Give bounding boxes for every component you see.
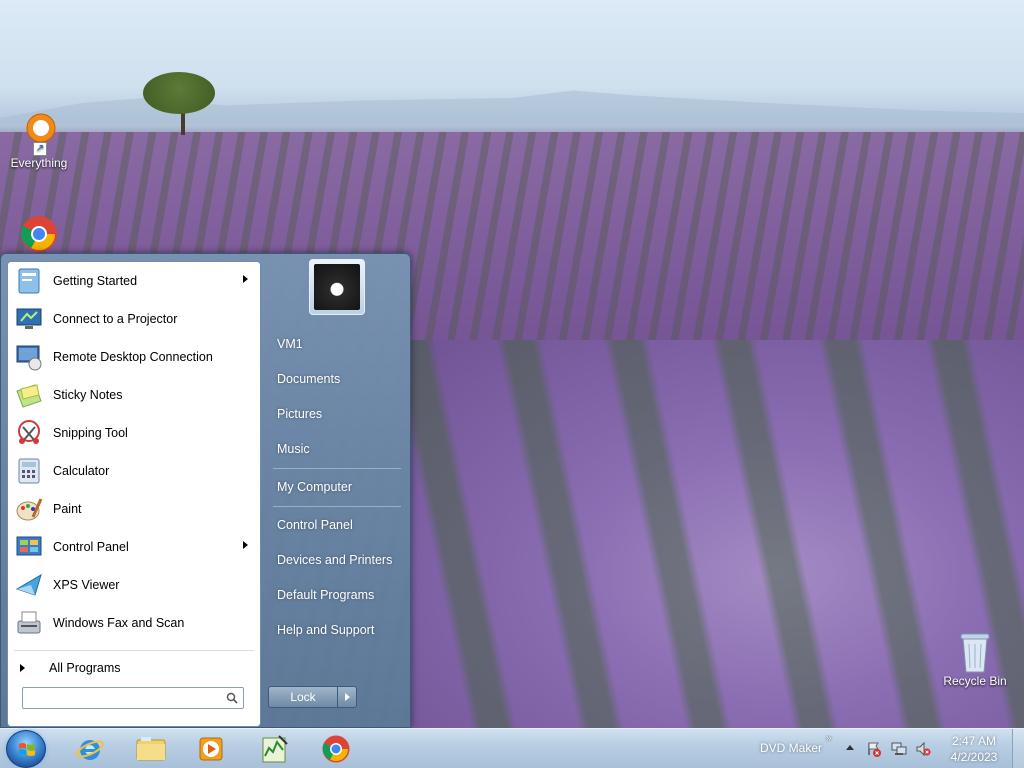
program-label: XPS Viewer (53, 578, 120, 592)
program-remote-desktop[interactable]: Remote Desktop Connection (8, 338, 260, 376)
program-label: Windows Fax and Scan (53, 616, 185, 630)
taskbar-file-explorer[interactable] (127, 732, 175, 766)
desktop-icon-label: Recycle Bin (943, 674, 1007, 688)
user-avatar[interactable] (309, 259, 365, 315)
program-control-panel[interactable]: Control Panel (8, 528, 260, 566)
program-paint[interactable]: Paint (8, 490, 260, 528)
show-desktop-button[interactable] (1012, 729, 1024, 768)
clock-time: 2:47 AM (951, 734, 997, 748)
places-user-folder[interactable]: VM1 (271, 329, 403, 359)
program-label: Control Panel (53, 540, 129, 554)
internet-explorer-icon (76, 740, 104, 760)
taskbar-internet-explorer[interactable] (66, 732, 114, 766)
start-menu-places-pane: VM1 Documents Pictures Music My Computer… (263, 254, 411, 729)
places-default-programs[interactable]: Default Programs (271, 580, 403, 610)
recycle-bin-icon (955, 630, 995, 673)
search-icon (226, 692, 238, 704)
program-list: Getting Started Connect to a Projector R… (8, 262, 260, 642)
desktop-icon-label: Everything (10, 156, 68, 170)
places-my-computer[interactable]: My Computer (271, 472, 403, 502)
program-xps-viewer[interactable]: XPS Viewer (8, 566, 260, 604)
projector-icon (13, 303, 45, 335)
places-documents[interactable]: Documents (271, 364, 403, 394)
task-manager-icon (262, 735, 288, 763)
program-connect-projector[interactable]: Connect to a Projector (8, 300, 260, 338)
dvd-maker-toolbar[interactable]: DVD Maker (760, 741, 822, 755)
program-calculator[interactable]: Calculator (8, 452, 260, 490)
separator (273, 468, 401, 469)
program-fax-scan[interactable]: Windows Fax and Scan (8, 604, 260, 642)
taskbar: DVD Maker » 2:47 AM 4/2/2023 (0, 728, 1024, 768)
shortcut-arrow-icon: ↗ (33, 142, 47, 156)
windows-logo-icon (19, 743, 35, 756)
chevron-right-icon (345, 693, 350, 701)
program-label: Snipping Tool (53, 426, 128, 440)
start-button[interactable] (6, 730, 46, 768)
program-label: Connect to a Projector (53, 312, 178, 326)
file-explorer-icon (136, 737, 166, 761)
program-label: Calculator (53, 464, 110, 478)
program-label: Getting Started (53, 274, 138, 288)
program-sticky-notes[interactable]: Sticky Notes (8, 376, 260, 414)
media-player-icon (199, 737, 223, 761)
program-snipping-tool[interactable]: Snipping Tool (8, 414, 260, 452)
all-programs-button[interactable]: All Programs (8, 655, 260, 681)
program-label: Remote Desktop Connection (53, 350, 213, 364)
sticky-notes-icon (13, 379, 45, 411)
start-menu: Getting Started Connect to a Projector R… (0, 253, 411, 728)
remote-desktop-icon (13, 341, 45, 373)
desktop-icon-recycle-bin[interactable]: Recycle Bin (937, 630, 1013, 688)
taskbar-task-manager[interactable] (250, 732, 298, 766)
all-programs-label: All Programs (49, 661, 121, 675)
toolbar-chevron-icon[interactable]: » (826, 733, 832, 744)
action-center-icon[interactable] (866, 741, 882, 757)
control-panel-icon (13, 531, 45, 563)
clock-date: 4/2/2023 (950, 750, 998, 764)
desktop-icon-everything[interactable]: ↗ Everything (1, 112, 77, 170)
separator (273, 506, 401, 507)
snipping-tool-icon (13, 417, 45, 449)
fax-scan-icon (13, 607, 45, 639)
places-pictures[interactable]: Pictures (271, 399, 403, 429)
program-label: Paint (53, 502, 82, 516)
program-label: Sticky Notes (53, 388, 123, 402)
getting-started-icon (13, 265, 45, 297)
calculator-icon (13, 455, 45, 487)
chrome-icon (19, 214, 59, 254)
places-control-panel[interactable]: Control Panel (271, 510, 403, 540)
start-search-input[interactable] (22, 687, 244, 709)
expand-arrow-icon (20, 664, 25, 672)
show-hidden-icons-button[interactable] (846, 745, 854, 750)
start-menu-programs-pane: Getting Started Connect to a Projector R… (7, 261, 261, 727)
taskbar-media-player[interactable] (187, 732, 235, 766)
dog-picture (314, 264, 360, 310)
separator (14, 650, 254, 651)
places-devices-printers[interactable]: Devices and Printers (271, 545, 403, 575)
network-icon[interactable] (891, 741, 907, 757)
submenu-arrow-icon (243, 541, 248, 549)
everything-icon: ↗ (19, 112, 59, 156)
lavender-field-near (410, 340, 1024, 728)
submenu-arrow-icon (243, 275, 248, 283)
program-getting-started[interactable]: Getting Started (8, 262, 260, 300)
places-music[interactable]: Music (271, 434, 403, 464)
tree-crown (143, 72, 215, 114)
xps-viewer-icon (13, 569, 45, 601)
taskbar-chrome[interactable] (312, 732, 360, 766)
places-help-support[interactable]: Help and Support (271, 615, 403, 645)
shutdown-options-button[interactable] (337, 686, 357, 708)
paint-icon (13, 493, 45, 525)
volume-muted-icon[interactable] (915, 741, 931, 757)
chrome-icon (322, 735, 350, 763)
system-clock[interactable]: 2:47 AM 4/2/2023 (944, 733, 1004, 765)
lock-button[interactable]: Lock (268, 686, 338, 708)
desktop-icon-chrome[interactable] (1, 214, 77, 258)
